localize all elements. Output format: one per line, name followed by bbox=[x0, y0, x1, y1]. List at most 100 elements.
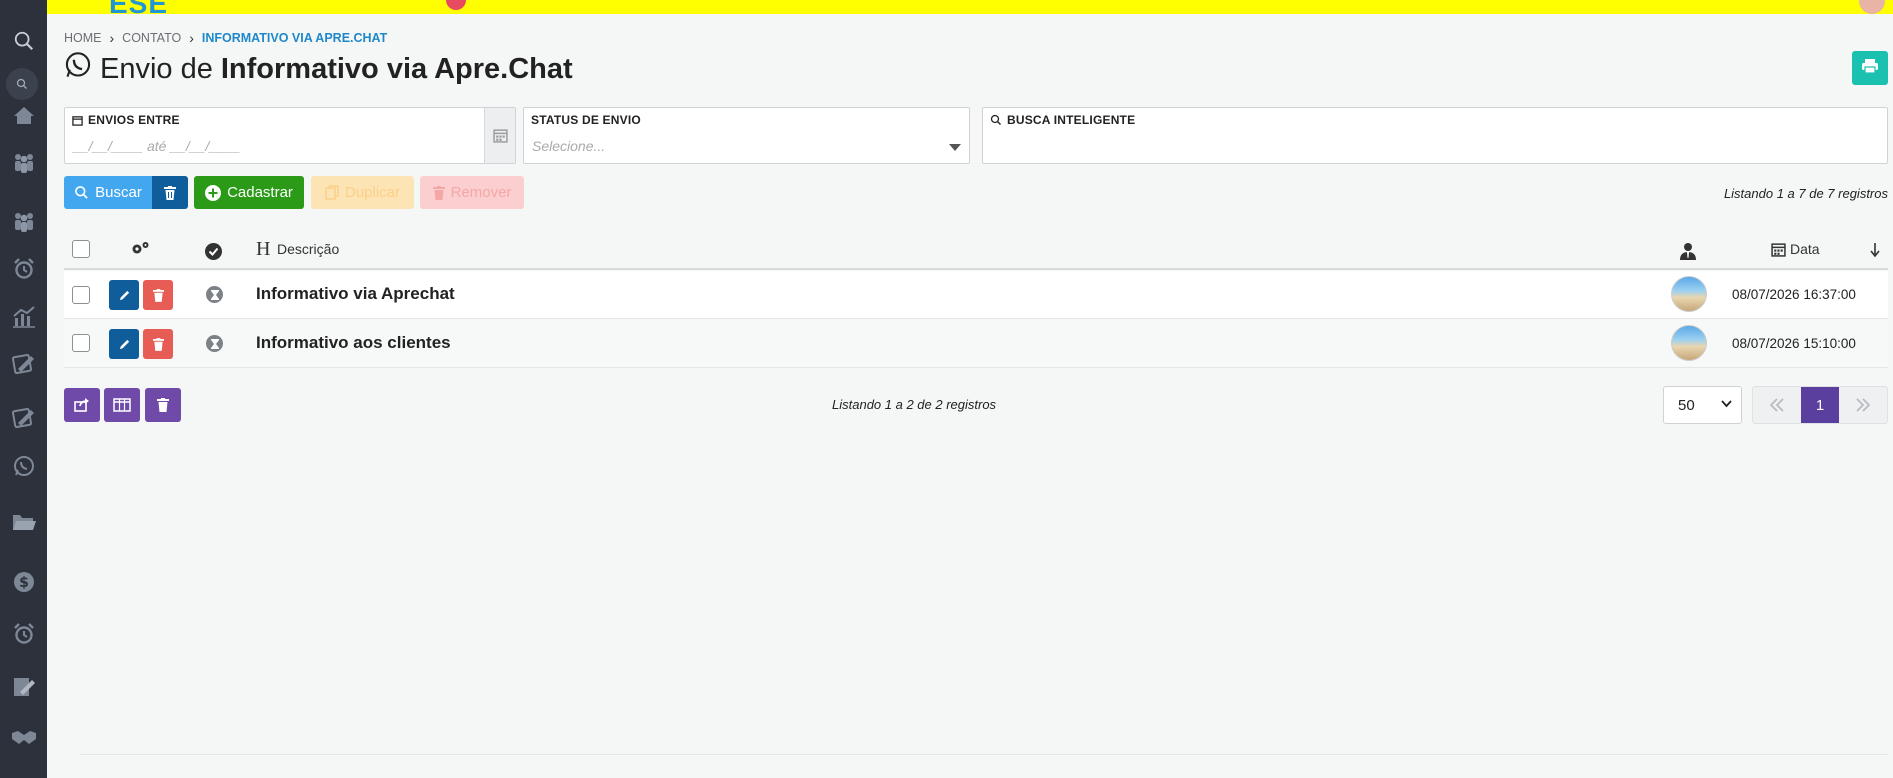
row-date: 08/07/2026 15:10:00 bbox=[1732, 336, 1856, 351]
check-circle-icon bbox=[205, 243, 222, 264]
export-button[interactable] bbox=[64, 388, 100, 422]
remove-button[interactable]: Remover bbox=[420, 176, 524, 209]
chevron-right-icon: › bbox=[189, 30, 194, 46]
svg-text:$: $ bbox=[19, 575, 29, 591]
search-button[interactable]: Buscar bbox=[64, 176, 152, 209]
whatsapp-icon[interactable] bbox=[0, 449, 47, 483]
duplicate-button[interactable]: Duplicar bbox=[311, 176, 414, 209]
dropdown-caret-icon[interactable] bbox=[949, 144, 961, 151]
previous-page-button[interactable] bbox=[1753, 387, 1801, 423]
signature-alt-icon[interactable] bbox=[0, 401, 47, 435]
breadcrumb: HOME › CONTATO › INFORMATIVO VIA APRE.CH… bbox=[64, 30, 387, 46]
home-icon[interactable] bbox=[0, 98, 47, 132]
per-page-select[interactable]: 50 bbox=[1663, 386, 1742, 424]
calendar-icon bbox=[72, 115, 83, 126]
contacts-icon[interactable] bbox=[0, 146, 47, 180]
chevron-right-icon: › bbox=[109, 30, 115, 46]
next-page-button[interactable] bbox=[1839, 387, 1887, 423]
table-header: H Descrição Data bbox=[64, 230, 1888, 270]
trash-icon bbox=[164, 185, 176, 200]
breadcrumb-contato[interactable]: CONTATO bbox=[122, 31, 181, 45]
search-icon bbox=[990, 114, 1001, 125]
calendar-picker-button[interactable] bbox=[484, 108, 515, 163]
table-row[interactable]: Informativo via Aprechat 08/07/2026 16:3… bbox=[64, 271, 1888, 319]
user-tie-icon bbox=[1680, 242, 1696, 264]
bulk-delete-button[interactable] bbox=[145, 388, 181, 422]
edit-button[interactable] bbox=[109, 280, 139, 310]
search-icon bbox=[75, 186, 88, 199]
column-header-data[interactable]: Data bbox=[1790, 241, 1820, 257]
status-filter-field[interactable]: STATUS DE ENVIO Selecione... bbox=[523, 107, 970, 164]
row-description[interactable]: Informativo via Aprechat bbox=[256, 284, 455, 304]
copy-icon bbox=[325, 185, 339, 200]
calendar-icon bbox=[1771, 242, 1786, 261]
dates-filter-input[interactable]: __/__/____ até __/__/____ bbox=[73, 138, 240, 154]
team-icon[interactable] bbox=[0, 205, 47, 239]
divider bbox=[80, 754, 1888, 755]
row-checkbox[interactable] bbox=[72, 286, 90, 304]
delete-button[interactable] bbox=[143, 280, 173, 310]
chevron-down-icon bbox=[1721, 400, 1732, 408]
edit-button[interactable] bbox=[109, 329, 139, 359]
heading-icon: H bbox=[256, 238, 271, 260]
bar-chart-icon[interactable] bbox=[0, 300, 47, 334]
hourglass-status-icon bbox=[206, 335, 223, 352]
page-title-bold: Informativo via Apre.Chat bbox=[220, 52, 573, 85]
column-header-descricao[interactable]: Descrição bbox=[277, 241, 339, 257]
row-checkbox[interactable] bbox=[72, 334, 90, 352]
gears-icon bbox=[131, 241, 151, 260]
top-bar: ESE bbox=[47, 0, 1893, 14]
user-avatar bbox=[1671, 325, 1707, 361]
sidebar-search-icon[interactable] bbox=[0, 24, 47, 58]
page-1-button[interactable]: 1 bbox=[1801, 387, 1839, 423]
clear-filters-button[interactable] bbox=[152, 176, 188, 209]
signature-icon[interactable] bbox=[0, 347, 47, 381]
status-filter-label: STATUS DE ENVIO bbox=[531, 113, 641, 127]
alarm-icon[interactable] bbox=[0, 617, 47, 651]
trash-icon bbox=[152, 337, 164, 351]
status-filter-select[interactable]: Selecione... bbox=[532, 138, 605, 154]
page-title: Envio de Informativo via Apre.Chat bbox=[64, 51, 573, 87]
plus-circle-icon bbox=[205, 184, 222, 201]
dates-filter-field[interactable]: ENVIOS ENTRE __/__/____ até __/__/____ bbox=[64, 107, 516, 164]
whatsapp-icon bbox=[64, 51, 92, 87]
sort-down-icon[interactable] bbox=[1870, 243, 1880, 261]
sidebar-quick-search-button[interactable] bbox=[6, 68, 38, 100]
select-all-checkbox[interactable] bbox=[72, 240, 90, 258]
listing-summary-bottom: Listando 1 a 2 de 2 registros bbox=[832, 397, 997, 412]
page-title-prefix: Envio de bbox=[100, 52, 213, 85]
table-row[interactable]: Informativo aos clientes 08/07/2026 15:1… bbox=[64, 320, 1888, 368]
dollar-icon[interactable]: $ bbox=[0, 565, 47, 599]
pagination: 1 bbox=[1752, 386, 1888, 424]
listing-summary-top: Listando 1 a 7 de 7 registros bbox=[1723, 186, 1888, 201]
columns-icon bbox=[113, 398, 131, 412]
handshake-icon[interactable] bbox=[0, 720, 47, 754]
alarm-clock-icon[interactable] bbox=[0, 252, 47, 286]
smart-search-field[interactable]: BUSCA INTELIGENTE bbox=[982, 107, 1888, 164]
sidebar: $ bbox=[0, 0, 47, 778]
breadcrumb-home[interactable]: HOME bbox=[64, 31, 102, 45]
print-button[interactable] bbox=[1852, 51, 1888, 85]
pencil-icon bbox=[119, 290, 129, 300]
contract-icon[interactable] bbox=[0, 670, 47, 704]
print-icon bbox=[1861, 58, 1879, 78]
notification-badge[interactable] bbox=[446, 0, 466, 10]
user-avatar[interactable] bbox=[1859, 0, 1885, 14]
trash-icon bbox=[152, 288, 164, 302]
double-chevron-left-icon bbox=[1769, 398, 1784, 412]
delete-button[interactable] bbox=[143, 329, 173, 359]
add-button[interactable]: Cadastrar bbox=[194, 176, 304, 209]
trash-icon bbox=[432, 185, 445, 200]
columns-button[interactable] bbox=[104, 388, 140, 422]
row-date: 08/07/2026 16:37:00 bbox=[1732, 287, 1856, 302]
row-description[interactable]: Informativo aos clientes bbox=[256, 333, 451, 353]
folder-icon[interactable] bbox=[0, 505, 47, 539]
dates-filter-label: ENVIOS ENTRE bbox=[72, 113, 180, 127]
smart-search-label: BUSCA INTELIGENTE bbox=[990, 113, 1135, 127]
calendar-icon bbox=[492, 129, 508, 143]
hourglass-status-icon bbox=[206, 286, 223, 303]
share-icon bbox=[74, 398, 89, 412]
brand-logo[interactable]: ESE bbox=[109, 0, 168, 14]
double-chevron-right-icon bbox=[1856, 398, 1871, 412]
trash-icon bbox=[157, 398, 169, 412]
